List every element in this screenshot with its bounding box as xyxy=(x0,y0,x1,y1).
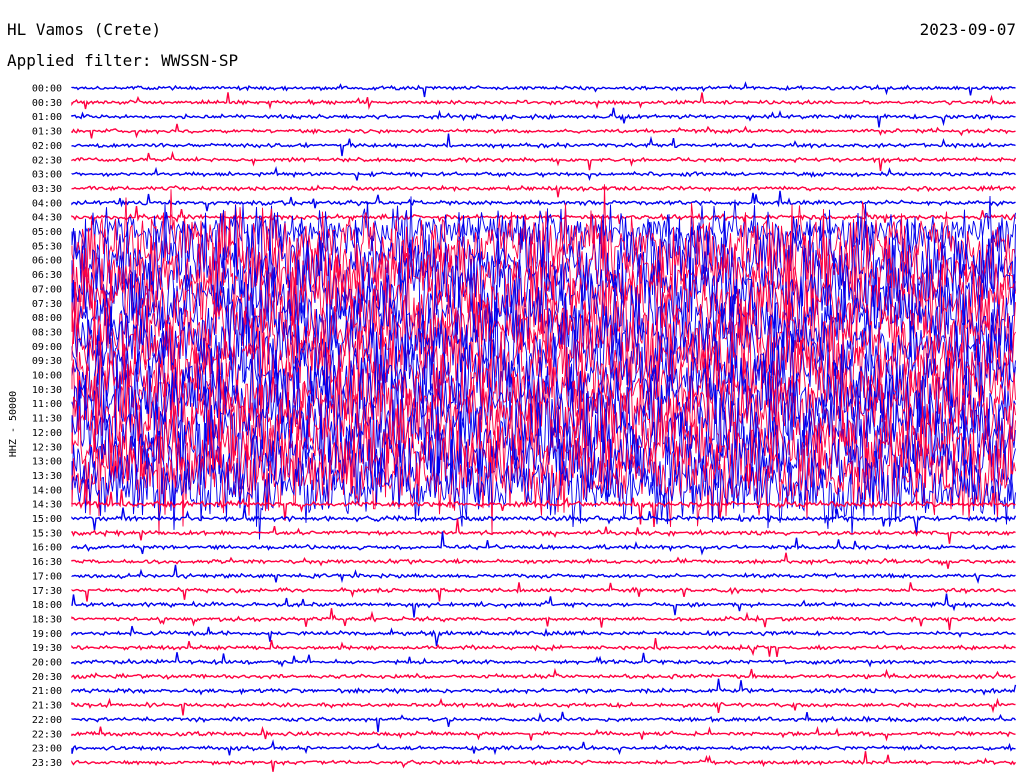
row-time-label: 23:00 xyxy=(32,744,62,755)
trace-line xyxy=(71,608,1016,631)
row-time-label: 10:00 xyxy=(32,371,62,382)
row-time-label: 22:30 xyxy=(32,729,62,740)
row-time-label: 05:00 xyxy=(32,227,62,238)
trace-line xyxy=(71,505,1017,534)
row-time-label: 22:00 xyxy=(32,715,62,726)
row-time-label: 21:00 xyxy=(32,686,62,697)
row-time-label: 10:30 xyxy=(32,385,62,396)
trace-line xyxy=(71,92,1016,111)
row-time-label: 20:30 xyxy=(32,672,62,683)
row-time-label: 12:30 xyxy=(32,442,62,453)
row-time-label: 23:30 xyxy=(32,758,62,769)
trace-line xyxy=(71,123,1016,139)
y-axis-label: HHZ - 50000 xyxy=(8,391,19,457)
row-time-label: 00:00 xyxy=(32,84,62,95)
row-time-label: 15:30 xyxy=(32,528,62,539)
row-time-label: 17:00 xyxy=(32,571,62,582)
row-time-label: 15:00 xyxy=(32,514,62,525)
trace-line xyxy=(71,697,1016,716)
trace-line xyxy=(71,552,1016,569)
row-time-label: 09:30 xyxy=(32,356,62,367)
row-time-label: 14:30 xyxy=(32,500,62,511)
row-time-label: 18:00 xyxy=(32,600,62,611)
trace-line xyxy=(71,184,1016,198)
row-time-label: 13:00 xyxy=(32,457,62,468)
row-time-label: 09:00 xyxy=(32,342,62,353)
row-time-label: 17:30 xyxy=(32,586,62,597)
trace-line xyxy=(71,637,1016,658)
trace-group xyxy=(71,81,1017,772)
row-time-label: 12:00 xyxy=(32,428,62,439)
tick-labels: 00:00 00:30 01:00 01:30 02:00 02:30 03:00 03:30… xyxy=(32,84,62,769)
trace-line xyxy=(71,518,1016,544)
trace-line xyxy=(71,711,1017,733)
trace-line xyxy=(71,751,1017,772)
trace-line xyxy=(71,206,1017,225)
trace-line xyxy=(71,667,1016,680)
row-time-label: 19:00 xyxy=(32,629,62,640)
row-time-label: 02:00 xyxy=(32,141,62,152)
trace-line xyxy=(71,81,1016,98)
row-time-label: 20:00 xyxy=(32,658,62,669)
row-time-label: 06:00 xyxy=(32,256,62,267)
row-time-label: 01:00 xyxy=(32,112,62,123)
row-time-label: 06:30 xyxy=(32,270,62,281)
row-time-label: 08:00 xyxy=(32,313,62,324)
trace-line xyxy=(71,133,1016,157)
row-time-label: 16:30 xyxy=(32,557,62,568)
trace-line xyxy=(71,107,1016,128)
row-time-label: 16:00 xyxy=(32,543,62,554)
row-time-label: 07:00 xyxy=(32,284,62,295)
row-time-label: 00:30 xyxy=(32,98,62,109)
trace-line xyxy=(71,150,1017,171)
trace-line xyxy=(71,739,1016,756)
helicorder-plot: 00:00 00:30 01:00 01:30 02:00 02:30 03:00 03:30… xyxy=(8,81,1017,772)
trace-line xyxy=(71,725,1016,742)
trace-line xyxy=(71,582,1017,602)
row-time-label: 02:30 xyxy=(32,155,62,166)
row-time-label: 01:30 xyxy=(32,127,62,138)
row-time-label: 11:00 xyxy=(32,399,62,410)
row-time-label: 07:30 xyxy=(32,299,62,310)
trace-line xyxy=(71,652,1016,668)
row-time-label: 21:30 xyxy=(32,701,62,712)
trace-line xyxy=(71,625,1016,647)
row-time-label: 08:30 xyxy=(32,327,62,338)
row-time-label: 05:30 xyxy=(32,241,62,252)
trace-line xyxy=(71,593,1016,618)
row-time-label: 13:30 xyxy=(32,471,62,482)
trace-line xyxy=(71,678,1017,696)
row-time-label: 11:30 xyxy=(32,414,62,425)
row-time-label: 04:00 xyxy=(32,198,62,209)
trace-line xyxy=(71,564,1016,584)
row-time-label: 19:30 xyxy=(32,643,62,654)
row-time-label: 14:00 xyxy=(32,485,62,496)
row-time-label: 03:30 xyxy=(32,184,62,195)
row-time-label: 03:00 xyxy=(32,170,62,181)
row-time-label: 18:30 xyxy=(32,614,62,625)
trace-line xyxy=(71,190,1016,212)
trace-line xyxy=(71,165,1016,182)
row-time-label: 04:30 xyxy=(32,213,62,224)
